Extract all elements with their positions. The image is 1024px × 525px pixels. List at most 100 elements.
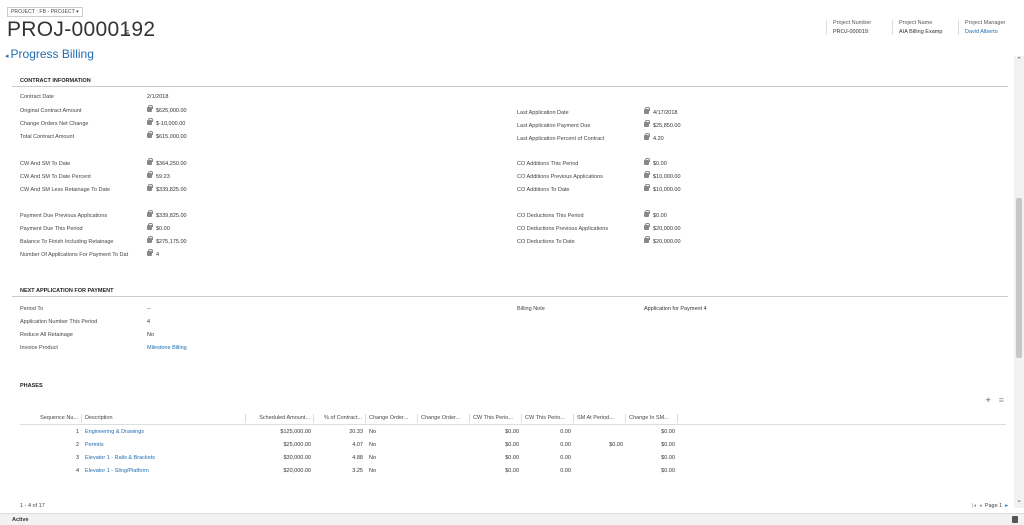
field-value[interactable]: -- — [147, 306, 151, 312]
lock-icon — [644, 107, 650, 114]
next-page-icon[interactable]: ▸ — [1005, 503, 1008, 509]
field-label: Reduce All Retainage — [20, 332, 73, 338]
field-last-application-payment-due: Last Application Payment Due $25,850.00 — [517, 120, 681, 129]
record-status: Active — [12, 517, 29, 523]
cell-scheduled: $20,000.00 — [283, 467, 311, 474]
form-title[interactable]: ◂ Progress Billing — [5, 47, 94, 61]
field-value: $625,000.00 — [156, 107, 187, 114]
lock-icon — [147, 131, 153, 138]
field-cw-sm-to-date: CW And SM To Date $364,250.00 — [20, 158, 187, 167]
field-label: Payment Due Previous Applications — [20, 212, 108, 219]
field-payment-due-previous: Payment Due Previous Applications $339,82… — [20, 210, 187, 219]
field-value: 4/17/2018 — [653, 109, 678, 116]
header-field-project-manager: Project Manager David Alberto — [958, 20, 1018, 35]
field-label: Balance To Finish Including Retainage — [20, 238, 114, 245]
project-manager-link[interactable]: David Alberto — [965, 29, 1018, 35]
lock-icon — [644, 223, 650, 230]
column-header[interactable]: CW This Perio... — [522, 413, 574, 423]
field-value: $275,175.00 — [156, 238, 187, 245]
field-number-of-applications: Number Of Applications For Payment To Da… — [20, 249, 160, 258]
table-row[interactable]: 2 Permits $25,000.00 4.07 No $0.00 0.00 … — [20, 438, 1006, 451]
field-last-application-date: Last Application Date 4/17/2018 — [517, 107, 678, 116]
lock-icon — [147, 223, 153, 230]
field-value: $0.00 — [653, 212, 667, 219]
field-value: $615,000.00 — [156, 133, 187, 140]
column-header[interactable]: Change In SM... — [626, 413, 678, 423]
field-label: Change Orders Net Change — [20, 120, 89, 127]
cell-description-link[interactable]: Engineering & Drawings — [82, 429, 246, 435]
field-value[interactable]: Application for Payment 4 — [644, 306, 707, 312]
form-selector[interactable]: PROJECT : FB - PROJECT ▾ — [7, 7, 83, 17]
form-title-label: Progress Billing — [10, 47, 94, 61]
list-view-icon[interactable]: ≡ — [999, 395, 1004, 405]
invoice-product-link[interactable]: Milestone Billing — [147, 345, 187, 351]
cell-description-link[interactable]: Elevator 1 - Sling/Platform — [82, 468, 246, 474]
field-co-deductions-to-date: CO Deductions To Date $20,000.00 — [517, 236, 681, 245]
prev-page-icon[interactable]: ◂ — [979, 503, 982, 509]
field-label: Number Of Applications For Payment To Da… — [20, 251, 129, 258]
column-header[interactable]: Change Order... — [418, 413, 470, 423]
first-page-icon[interactable]: |◂ — [972, 503, 976, 509]
lock-icon — [147, 184, 153, 191]
scroll-up-icon[interactable]: ⌃ — [1015, 56, 1023, 64]
cell-cw-this-period-2: 0.00 — [560, 428, 571, 435]
table-row[interactable]: 4 Elevator 1 - Sling/Platform $20,000.00… — [20, 464, 1006, 477]
field-value: $-10,000.00 — [156, 120, 186, 127]
field-value: $10,000.00 — [653, 186, 681, 193]
cell-change-in-sm: $0.00 — [661, 467, 675, 474]
field-invoice-product: Invoice Product Milestone Billing — [20, 345, 187, 351]
field-value: $364,250.00 — [156, 160, 187, 167]
field-label: CW And SM Less Retainage To Date — [20, 186, 111, 193]
lock-icon — [147, 105, 153, 112]
section-phases: PHASES — [20, 383, 43, 389]
column-header[interactable]: CW This Perio... — [470, 413, 522, 423]
field-label: Payment Due This Period — [20, 225, 83, 232]
header-field-value: PROJ-000019: — [833, 29, 870, 35]
scrollbar-thumb[interactable] — [1016, 198, 1022, 358]
grid-pager: |◂ ◂ Page 1 ▸ — [972, 503, 1008, 509]
cell-sequence: 3 — [75, 454, 79, 461]
field-label: CO Additions To Date — [517, 186, 570, 193]
scroll-down-icon[interactable]: ⌄ — [1015, 496, 1023, 504]
cell-description-link[interactable]: Permits — [82, 442, 246, 448]
field-cw-sm-less-retainage: CW And SM Less Retainage To Date $339,825… — [20, 184, 187, 193]
field-value: 4 — [156, 251, 160, 258]
column-header[interactable]: Change Order... — [366, 413, 418, 423]
field-value[interactable]: 4 — [147, 319, 150, 325]
cell-sequence: 1 — [75, 428, 79, 435]
lock-icon — [644, 184, 650, 191]
column-header[interactable]: SM At Period... — [574, 413, 626, 423]
field-original-contract-amount: Original Contract Amount $625,000.00 — [20, 105, 187, 114]
column-header[interactable]: % of Contract... — [314, 413, 366, 423]
cell-change-order: No — [369, 467, 377, 474]
field-value[interactable]: No — [147, 332, 154, 338]
add-icon[interactable]: + — [985, 395, 990, 405]
field-label: Last Application Payment Due — [517, 122, 591, 129]
cell-change-in-sm: $0.00 — [661, 441, 675, 448]
cell-cw-this-period-2: 0.00 — [560, 454, 571, 461]
field-label: Last Application Percent of Contract — [517, 135, 605, 142]
field-contract-date: Contract Date 2/1/2018 — [20, 94, 168, 100]
cell-change-order: No — [369, 428, 377, 435]
table-row[interactable]: 1 Engineering & Drawings $125,000.00 20.… — [20, 425, 1006, 438]
cell-change-order: No — [369, 441, 377, 448]
lock-icon — [644, 158, 650, 165]
cell-description-link[interactable]: Elevator 1 - Rails & Brackets — [82, 455, 246, 461]
field-co-additions-to-date: CO Additions To Date $10,000.00 — [517, 184, 681, 193]
table-row[interactable]: 3 Elevator 1 - Rails & Brackets $30,000.… — [20, 451, 1006, 464]
save-icon[interactable] — [1012, 516, 1018, 523]
field-label: CO Additions This Period — [517, 160, 579, 167]
column-header[interactable]: Sequence Nu... — [20, 413, 82, 423]
field-billing-note: Billing Note Application for Payment 4 — [517, 306, 707, 312]
field-last-application-percent: Last Application Percent of Contract 4.20 — [517, 133, 664, 142]
lock-icon — [147, 158, 153, 165]
column-header[interactable]: Description — [82, 413, 246, 423]
record-menu-icon[interactable]: ≡ — [124, 27, 129, 37]
field-cw-sm-to-date-percent: CW And SM To Date Percent 59.23 — [20, 171, 170, 180]
column-header[interactable]: Scheduled Amount... — [246, 413, 314, 423]
field-value[interactable]: 2/1/2018 — [147, 94, 168, 100]
field-label: CW And SM To Date — [20, 160, 71, 167]
field-co-additions-this-period: CO Additions This Period $0.00 — [517, 158, 667, 167]
field-label: Billing Note — [517, 306, 545, 312]
collapse-caret-icon[interactable]: ◂ — [5, 53, 9, 60]
